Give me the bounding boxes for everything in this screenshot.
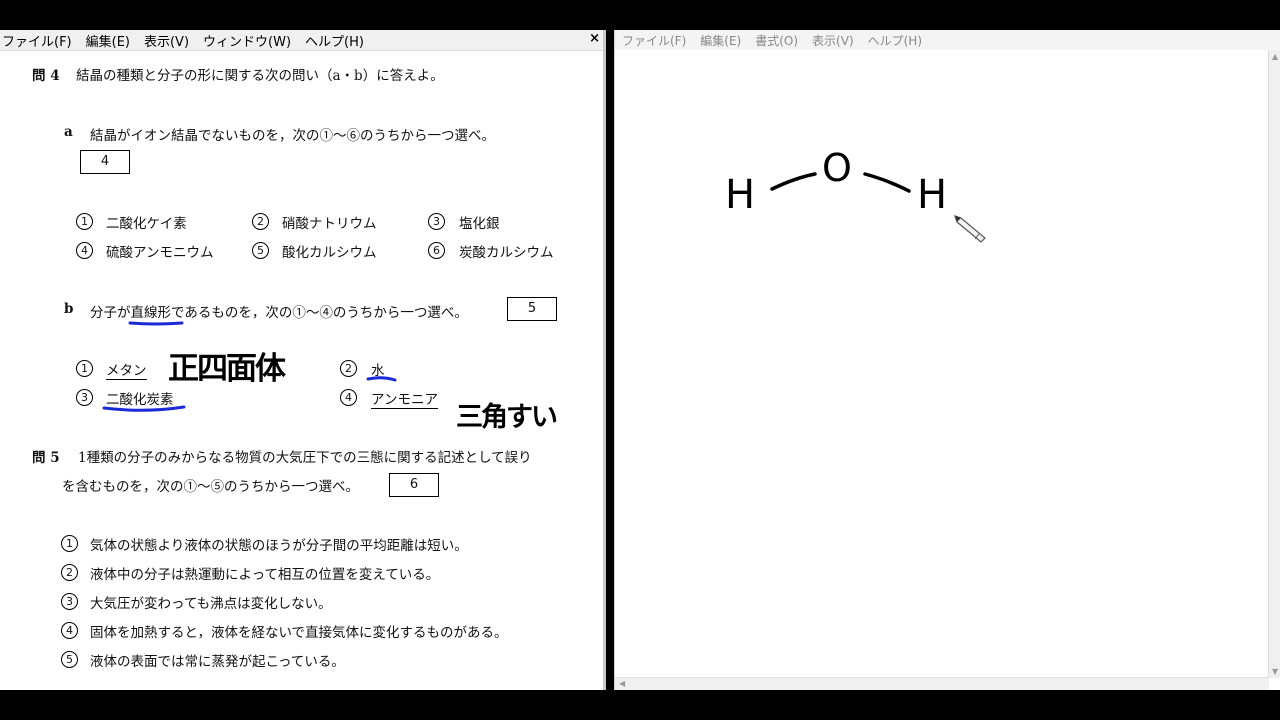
window-splitter[interactable]	[603, 30, 606, 690]
menu-file[interactable]: ファイル(F)	[615, 32, 693, 49]
menu-help[interactable]: ヘルプ(H)	[298, 31, 371, 50]
q5-option-1: 気体の状態より液体の状態のほうが分子間の平均距離は短い。	[90, 538, 468, 554]
menu-help[interactable]: ヘルプ(H)	[861, 32, 929, 49]
document-page: 問 4 結晶の種類と分子の形に関する次の問い（a・b）に答えよ。 a 結晶がイオ…	[0, 51, 600, 690]
pencil-icon	[954, 215, 986, 243]
q5-option-2: 液体中の分子は熱運動によって相互の位置を変えている。	[90, 567, 440, 583]
horizontal-scrollbar[interactable]: ◀	[615, 677, 1269, 690]
answer-box-6: 6	[389, 473, 439, 497]
bond-strokes	[770, 172, 911, 193]
right-menubar: ファイル(F) 編集(E) 書式(O) 表示(V) ヘルプ(H)	[615, 30, 1280, 51]
q5-option-3: 大気圧が変わっても沸点は変化しない。	[90, 596, 332, 612]
left-document-window: ファイル(F) 編集(E) 表示(V) ウィンドウ(W) ヘルプ(H) × 問 …	[0, 30, 606, 690]
q5-option-4: 固体を加熱すると，液体を経ないで直接気体に変化するものがある。	[90, 625, 508, 641]
q5-label: 問 5	[32, 450, 60, 466]
option-number: 2	[61, 564, 78, 581]
q5-text-line1: 1種類の分子のみからなる物質の大気圧下での三態に関する記述として誤り	[78, 450, 532, 466]
top-letterbox	[0, 0, 1280, 30]
menu-view[interactable]: 表示(V)	[137, 31, 196, 50]
menu-format[interactable]: 書式(O)	[748, 32, 805, 49]
option-number: 3	[61, 593, 78, 610]
menu-view[interactable]: 表示(V)	[805, 32, 861, 49]
menu-file[interactable]: ファイル(F)	[0, 31, 79, 50]
menu-window[interactable]: ウィンドウ(W)	[196, 31, 298, 50]
ink-underlines	[102, 321, 397, 412]
close-icon[interactable]: ×	[589, 31, 600, 46]
bottom-letterbox	[0, 690, 1280, 720]
scroll-up-icon[interactable]: ▲	[1272, 52, 1278, 61]
option-number: 4	[61, 622, 78, 639]
left-menubar: ファイル(F) 編集(E) 表示(V) ウィンドウ(W) ヘルプ(H) ×	[0, 30, 606, 51]
scroll-down-icon[interactable]: ▼	[1272, 667, 1278, 676]
menu-edit[interactable]: 編集(E)	[693, 32, 748, 49]
option-number: 5	[61, 651, 78, 668]
scroll-left-icon[interactable]: ◀	[619, 679, 625, 688]
q5-option-5: 液体の表面では常に蒸発が起こっている。	[90, 654, 345, 670]
q5-text-line2: を含むものを，次の①～⑤のうちから一つ選べ。	[62, 479, 359, 495]
option-number: 1	[61, 535, 78, 552]
right-drawing-window: ファイル(F) 編集(E) 書式(O) 表示(V) ヘルプ(H) H O H ▲…	[614, 30, 1280, 690]
menu-edit[interactable]: 編集(E)	[79, 31, 137, 50]
vertical-scrollbar[interactable]: ▲ ▼	[1268, 50, 1280, 678]
drawing-canvas[interactable]: H O H	[615, 50, 1269, 678]
